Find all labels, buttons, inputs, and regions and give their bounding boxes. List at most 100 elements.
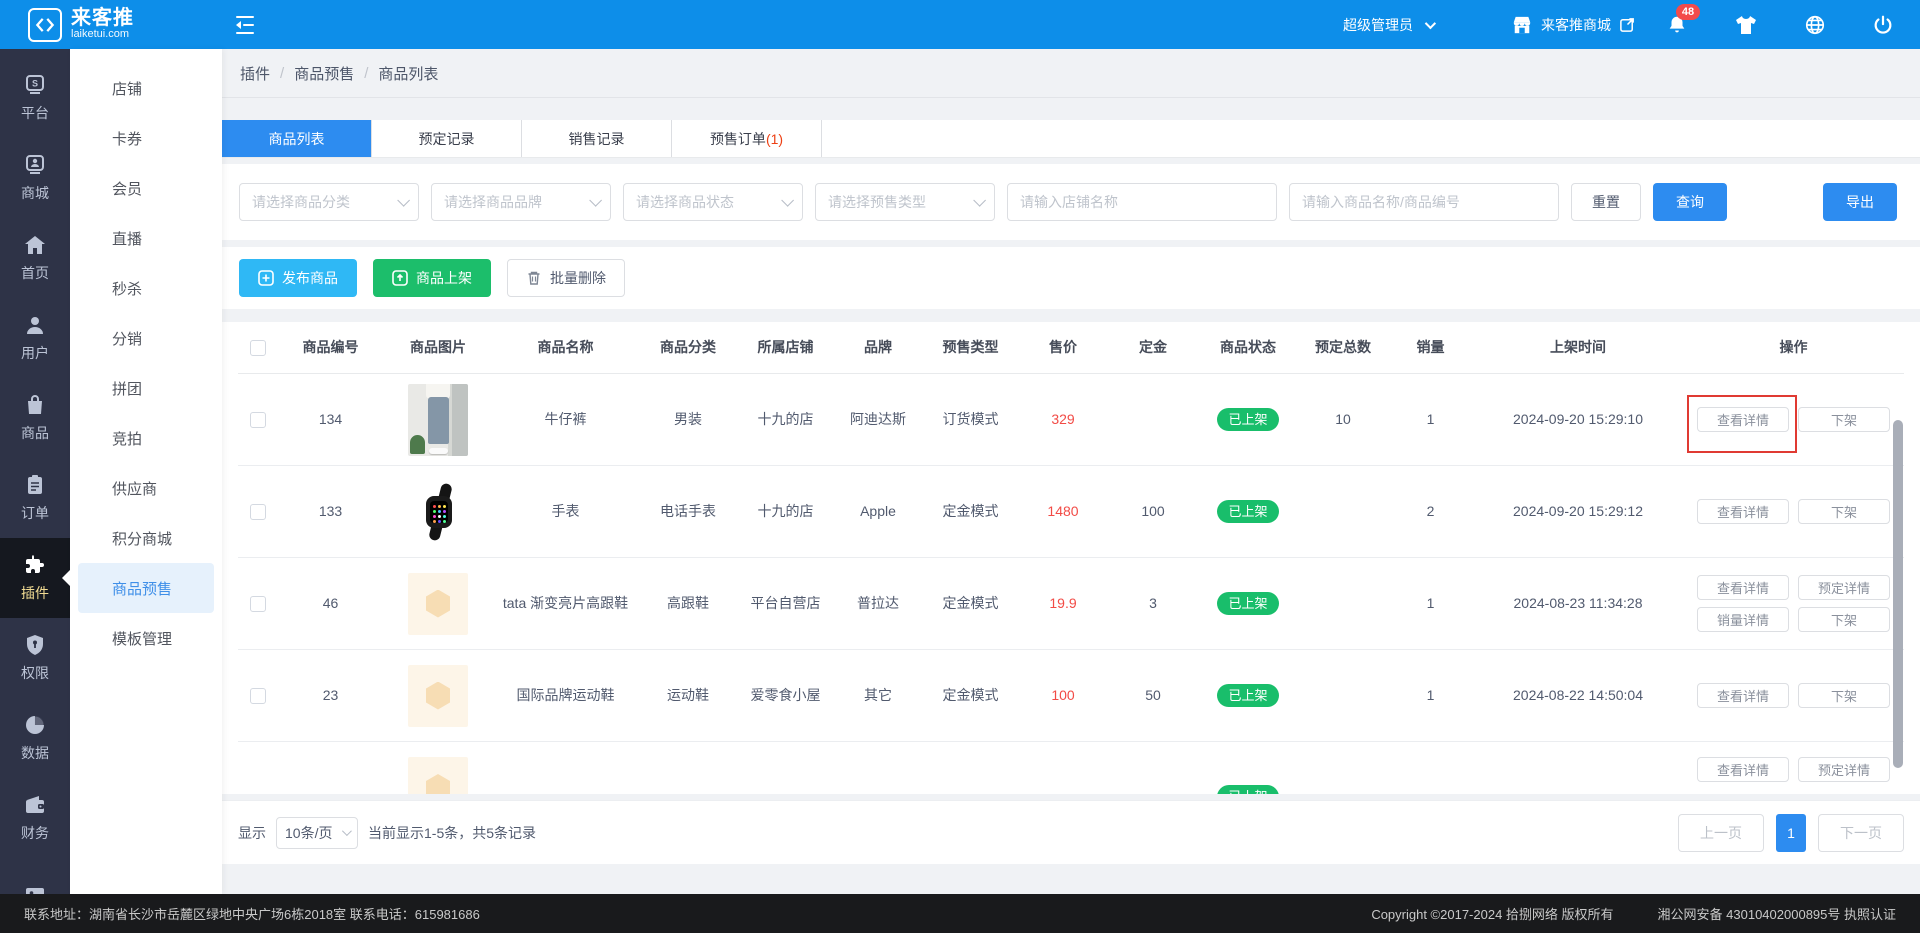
sidebar-item-plugins[interactable]: 插件 [0, 538, 70, 618]
chevron-down-icon [589, 193, 602, 207]
search-button[interactable]: 查询 [1653, 183, 1727, 221]
view-detail-button[interactable]: 查看详情 [1697, 757, 1789, 782]
page-1-button[interactable]: 1 [1776, 813, 1806, 852]
sidebar-item-platform[interactable]: S 平台 [0, 58, 70, 138]
pagination-summary: 当前显示1-5条，共5条记录 [368, 824, 537, 841]
icon-sidebar: S 平台 商城 首页 用户 商品 订单 插件 权限 数据 财务 [0, 49, 70, 894]
mall-contact-icon [26, 155, 44, 174]
brand-select[interactable]: 请选择商品品牌 [431, 183, 611, 221]
submenu-item-flashsale[interactable]: 秒杀 [78, 263, 214, 313]
globe-icon[interactable] [1804, 14, 1826, 36]
sidebar-item-home[interactable]: 首页 [0, 218, 70, 298]
sidebar-item-goods[interactable]: 商品 [0, 378, 70, 458]
body: S 平台 商城 首页 用户 商品 订单 插件 权限 数据 财务 店铺 卡券 会员… [0, 49, 1920, 894]
cell-price: 329 [1051, 411, 1075, 428]
view-detail-button[interactable]: 查看详情 [1697, 575, 1789, 600]
chevron-down-icon [397, 193, 410, 207]
submenu-item-distribution[interactable]: 分销 [78, 313, 214, 363]
publish-product-button[interactable]: 发布商品 [239, 259, 357, 297]
take-down-button[interactable]: 下架 [1798, 607, 1890, 632]
sidebar-item-users[interactable]: 用户 [0, 298, 70, 378]
submenu-item-member[interactable]: 会员 [78, 163, 214, 213]
brand-text: 来客推 laiketui.com [71, 8, 134, 41]
submenu-item-supplier[interactable]: 供应商 [78, 463, 214, 513]
select-all-checkbox[interactable] [250, 339, 266, 356]
reset-button[interactable]: 重置 [1571, 183, 1641, 221]
chevron-down-icon [1424, 17, 1437, 29]
sidebar-item-orders[interactable]: 订单 [0, 458, 70, 538]
sidebar-item-permissions[interactable]: 权限 [0, 618, 70, 698]
store-link[interactable]: 来客推商城 [1511, 15, 1636, 35]
table-header: 商品编号 商品图片 商品名称 商品分类 所属店铺 品牌 预售类型 售价 定金 商… [238, 322, 1904, 374]
view-detail-button[interactable]: 查看详情 [1697, 499, 1789, 524]
footer-beian[interactable]: 湘公网安备 43010402000895号 执照认证 [1658, 904, 1896, 923]
row-checkbox[interactable] [250, 687, 266, 704]
arrow-up-square-icon [392, 270, 408, 286]
breadcrumb-presale[interactable]: 商品预售 [294, 63, 354, 84]
tab-presale-orders[interactable]: 预售订单 (1) [672, 120, 822, 157]
breadcrumb-plugins[interactable]: 插件 [240, 63, 270, 84]
sidebar-item-gallery[interactable] [0, 858, 70, 894]
main-content: 插件 / 商品预售 / 商品列表 商品列表 预定记录 销售记录 预售订单 (1) … [222, 49, 1920, 894]
status-select[interactable]: 请选择商品状态 [623, 183, 803, 221]
put-onsale-button[interactable]: 商品上架 [373, 259, 491, 297]
per-page-select[interactable]: 10条/页 [276, 816, 358, 849]
finance-wallet-icon [26, 796, 44, 813]
submenu-item-groupbuy[interactable]: 拼团 [78, 363, 214, 413]
take-down-button[interactable]: 下架 [1798, 499, 1890, 524]
row-checkbox[interactable] [250, 503, 266, 520]
product-image-placeholder [408, 572, 468, 635]
reserve-detail-button[interactable]: 预定详情 [1798, 757, 1890, 782]
presale-type-select[interactable]: 请选择预售类型 [815, 183, 995, 221]
filter-bar: 请选择商品分类 请选择商品品牌 请选择商品状态 请选择预售类型 重置 查询 导出 [222, 164, 1920, 240]
product-image-placeholder [408, 664, 468, 727]
tab-product-list[interactable]: 商品列表 [222, 120, 372, 157]
status-badge: 已上架 [1217, 785, 1279, 794]
tab-reserve-records[interactable]: 预定记录 [372, 120, 522, 157]
tshirt-icon[interactable] [1734, 14, 1758, 36]
chevron-down-icon [973, 193, 986, 207]
submenu-item-auction[interactable]: 竞拍 [78, 413, 214, 463]
next-page-button[interactable]: 下一页 [1818, 813, 1904, 852]
reserve-detail-button[interactable]: 预定详情 [1798, 575, 1890, 600]
tab-sales-records[interactable]: 销售记录 [522, 120, 672, 157]
chevron-down-icon [341, 826, 352, 837]
status-badge: 已上架 [1217, 499, 1279, 524]
submenu-item-coupon[interactable]: 卡券 [78, 113, 214, 163]
sidebar-collapse-icon[interactable] [236, 15, 256, 34]
sidebar-item-mall[interactable]: 商城 [0, 138, 70, 218]
brand-name: 来客推 [71, 7, 134, 30]
external-link-icon [1620, 18, 1634, 32]
batch-delete-button[interactable]: 批量删除 [507, 259, 625, 297]
export-button[interactable]: 导出 [1823, 183, 1897, 221]
store-name: 来客推商城 [1541, 16, 1611, 33]
cell-price: 1480 [1047, 503, 1079, 520]
sidebar-item-finance[interactable]: 财务 [0, 778, 70, 858]
category-select[interactable]: 请选择商品分类 [239, 183, 419, 221]
product-name-input[interactable] [1289, 183, 1559, 221]
sales-detail-button[interactable]: 销量详情 [1697, 607, 1789, 632]
submenu-item-live[interactable]: 直播 [78, 213, 214, 263]
prev-page-button[interactable]: 上一页 [1678, 813, 1764, 852]
view-detail-button[interactable]: 查看详情 [1697, 407, 1789, 432]
plugin-puzzle-icon [26, 555, 44, 573]
topbar-icons: 48 [1666, 3, 1894, 36]
vertical-scrollbar[interactable] [1893, 420, 1903, 768]
submenu-item-pointsmall[interactable]: 积分商城 [78, 513, 214, 563]
submenu-item-shop[interactable]: 店铺 [78, 63, 214, 113]
user-menu[interactable]: 超级管理员 [1309, 12, 1437, 38]
sidebar-item-data[interactable]: 数据 [0, 698, 70, 778]
goods-bag-icon [28, 395, 42, 414]
notification-bell-icon[interactable]: 48 [1666, 3, 1700, 36]
table-row-clipped: 已上架 查看详情 预定详情 [238, 742, 1904, 794]
store-name-input[interactable] [1007, 183, 1277, 221]
action-bar: 发布商品 商品上架 批量删除 [222, 247, 1920, 309]
view-detail-button[interactable]: 查看详情 [1697, 683, 1789, 708]
row-checkbox[interactable] [250, 411, 266, 428]
take-down-button[interactable]: 下架 [1798, 407, 1890, 432]
submenu-item-presale[interactable]: 商品预售 [78, 563, 214, 613]
row-checkbox[interactable] [250, 595, 266, 612]
power-icon[interactable] [1872, 14, 1894, 36]
submenu-item-template[interactable]: 模板管理 [78, 613, 214, 663]
take-down-button[interactable]: 下架 [1798, 683, 1890, 708]
